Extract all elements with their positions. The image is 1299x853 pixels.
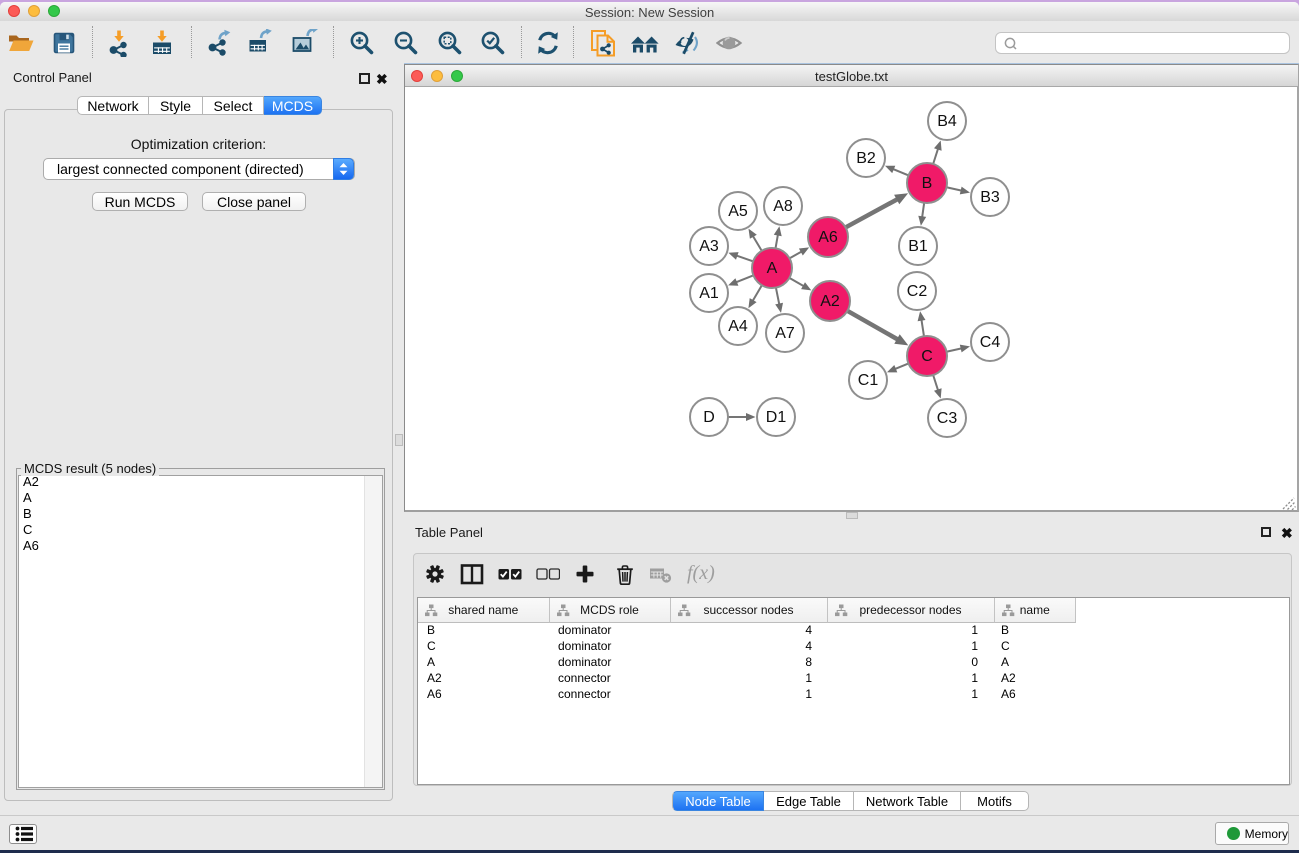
- svg-text:B1: B1: [908, 238, 928, 255]
- svg-text:A: A: [767, 260, 778, 277]
- svg-text:D: D: [703, 409, 715, 426]
- svg-text:A4: A4: [728, 318, 748, 335]
- svg-text:A5: A5: [728, 203, 748, 220]
- svg-text:C2: C2: [907, 283, 928, 300]
- svg-text:B4: B4: [937, 113, 957, 130]
- svg-text:A2: A2: [820, 293, 840, 310]
- svg-text:A3: A3: [699, 238, 719, 255]
- svg-text:C: C: [921, 348, 933, 365]
- svg-text:D1: D1: [766, 409, 787, 426]
- svg-text:B: B: [922, 175, 933, 192]
- svg-text:C3: C3: [937, 410, 958, 427]
- svg-text:A6: A6: [818, 229, 838, 246]
- svg-text:A7: A7: [775, 325, 795, 342]
- svg-text:B3: B3: [980, 189, 1000, 206]
- svg-text:A1: A1: [699, 285, 719, 302]
- svg-text:B2: B2: [856, 150, 876, 167]
- svg-text:A8: A8: [773, 198, 793, 215]
- svg-text:C1: C1: [858, 372, 879, 389]
- svg-text:C4: C4: [980, 334, 1001, 351]
